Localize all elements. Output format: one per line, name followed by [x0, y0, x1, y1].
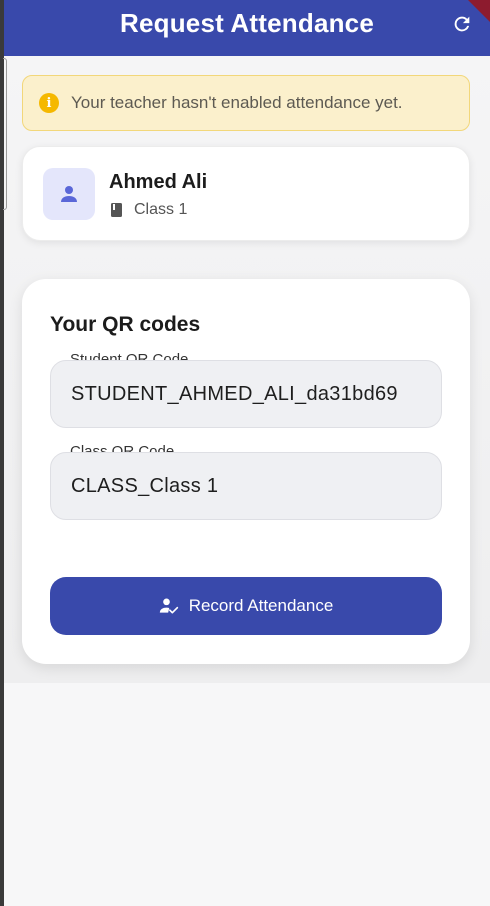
drawer-edge-handle[interactable]: [3, 58, 7, 210]
attendance-alert: i Your teacher hasn't enabled attendance…: [22, 75, 470, 131]
qr-codes-card: Your QR codes Student QR Code STUDENT_AH…: [22, 279, 470, 664]
info-icon: i: [39, 93, 59, 113]
debug-ribbon: [468, 0, 490, 22]
book-icon: [110, 202, 124, 218]
student-card: Ahmed Ali Class 1: [22, 146, 470, 241]
person-icon: [57, 182, 81, 206]
record-attendance-button[interactable]: Record Attendance: [50, 577, 442, 635]
app-screen: Request Attendance i Your teacher hasn't…: [0, 0, 490, 906]
student-qr-field[interactable]: STUDENT_AHMED_ALI_da31bd69: [50, 360, 442, 428]
student-qr-value: STUDENT_AHMED_ALI_da31bd69: [71, 382, 398, 405]
person-check-icon: [159, 596, 179, 616]
class-qr-value: CLASS_Class 1: [71, 474, 219, 497]
class-name: Class 1: [134, 201, 188, 218]
avatar: [43, 168, 95, 220]
qr-section-title: Your QR codes: [50, 313, 201, 336]
student-class: Class 1: [110, 201, 187, 219]
student-name: Ahmed Ali: [109, 171, 208, 193]
page-title: Request Attendance: [119, 7, 374, 38]
app-bar: Request Attendance: [4, 0, 490, 56]
class-qr-field[interactable]: CLASS_Class 1: [50, 452, 442, 520]
record-attendance-label: Record Attendance: [188, 596, 334, 615]
alert-message: Your teacher hasn't enabled attendance y…: [71, 93, 403, 112]
